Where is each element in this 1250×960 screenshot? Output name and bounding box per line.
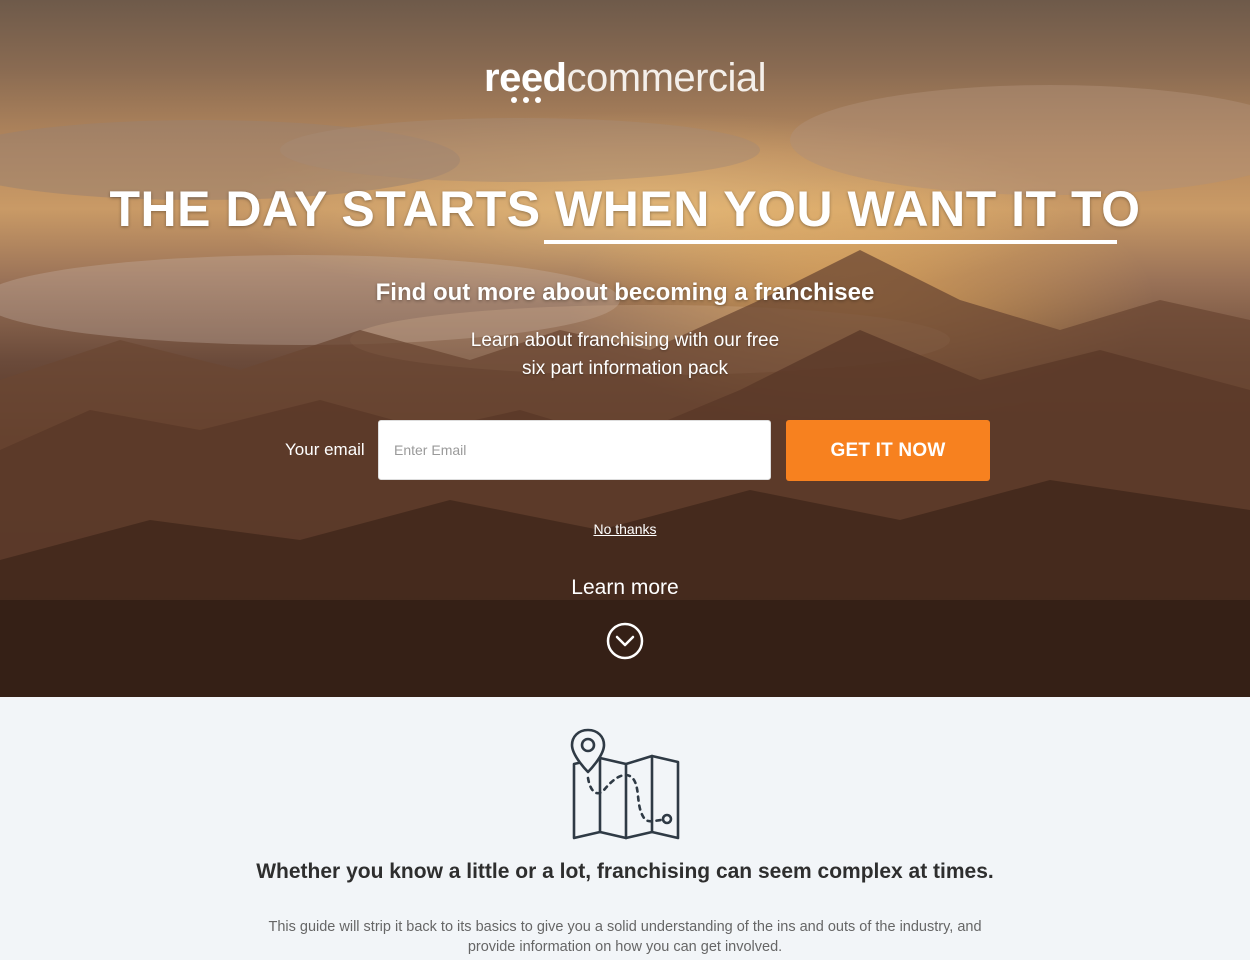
no-thanks-link[interactable]: No thanks — [593, 521, 656, 537]
no-thanks-container: No thanks — [0, 521, 1250, 537]
hero-section: reedcommercial THE DAY STARTS WHEN YOU W… — [0, 0, 1250, 697]
hero-headline: THE DAY STARTS WHEN YOU WANT IT TO — [109, 181, 1141, 237]
info-title: Whether you know a little or a lot, fran… — [256, 860, 994, 883]
email-label: Your email — [285, 440, 365, 459]
logo-bold-text: reed — [484, 56, 567, 100]
get-it-now-button[interactable]: GET IT NOW — [786, 420, 990, 481]
map-pin-route-icon — [570, 728, 680, 840]
hero-subhead: Find out more about becoming a franchise… — [375, 279, 875, 306]
chevron-down-circle-icon[interactable] — [606, 622, 644, 660]
brand-logo[interactable]: reedcommercial — [0, 56, 1250, 101]
description-line-2: six part information pack — [522, 358, 728, 379]
hero-description: Learn about franchising with our free si… — [425, 327, 825, 383]
info-body: This guide will strip it back to its bas… — [268, 919, 982, 955]
logo-light-text: commercial — [566, 56, 767, 100]
headline-underline — [544, 240, 1117, 244]
email-input[interactable] — [378, 420, 771, 480]
learn-more-text[interactable]: Learn more — [0, 576, 1250, 600]
description-line-1: Learn about franchising with our free — [470, 330, 780, 351]
logo-dots-icon — [511, 97, 541, 103]
